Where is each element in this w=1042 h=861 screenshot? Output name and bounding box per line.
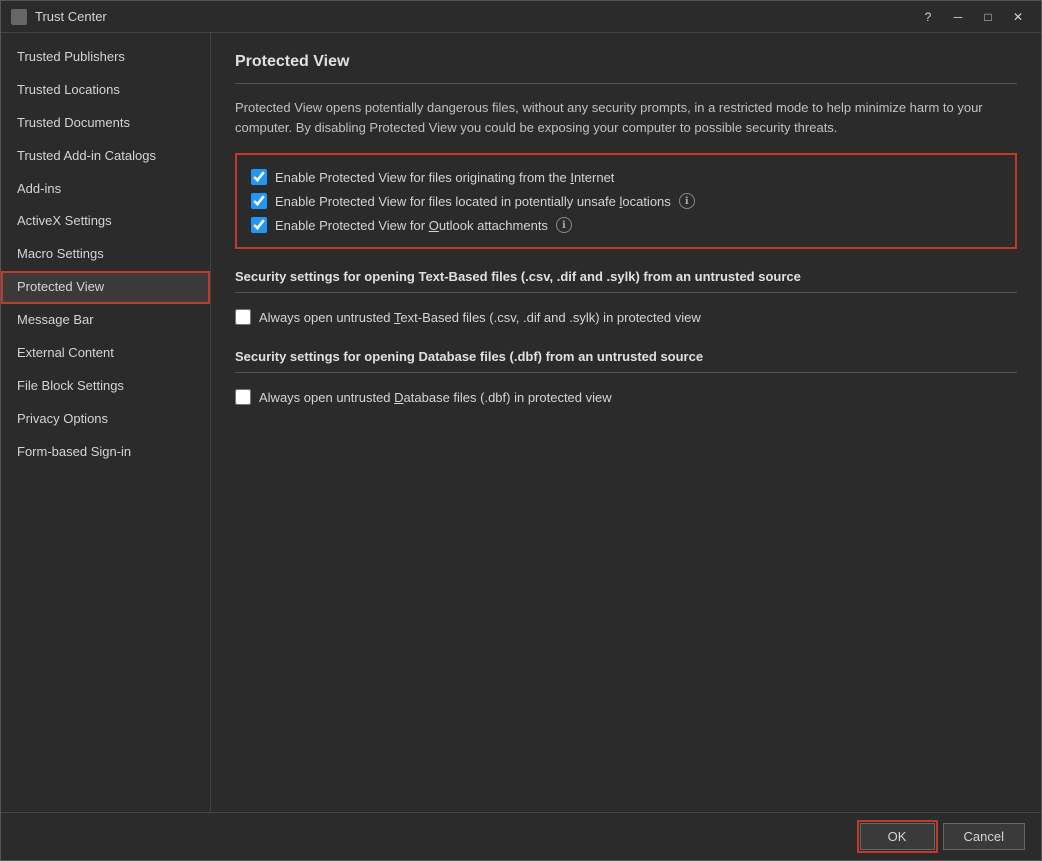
checkbox-row-unsafe-locations: Enable Protected View for files located … <box>251 189 1001 213</box>
sidebar-item-protected-view[interactable]: Protected View <box>1 271 210 304</box>
title-divider <box>235 83 1017 84</box>
sidebar-item-macro-settings[interactable]: Macro Settings <box>1 238 210 271</box>
help-button[interactable]: ? <box>915 7 941 27</box>
description-text: Protected View opens potentially dangero… <box>235 98 1017 137</box>
trust-center-dialog: Trust Center ? ─ □ ✕ Trusted Publishers … <box>0 0 1042 861</box>
checkbox-unsafe-locations-label[interactable]: Enable Protected View for files located … <box>275 194 671 209</box>
text-based-section-title: Security settings for opening Text-Based… <box>235 269 1017 284</box>
checkbox-internet-label[interactable]: Enable Protected View for files originat… <box>275 170 614 185</box>
section-title: Protected View <box>235 53 1017 71</box>
text-based-files-section: Security settings for opening Text-Based… <box>235 269 1017 329</box>
text-based-divider <box>235 292 1017 293</box>
checkbox-outlook-label[interactable]: Enable Protected View for Outlook attach… <box>275 218 548 233</box>
sidebar: Trusted Publishers Trusted Locations Tru… <box>1 33 211 812</box>
checkbox-database-label[interactable]: Always open untrusted Database files (.d… <box>259 390 612 405</box>
sidebar-item-file-block-settings[interactable]: File Block Settings <box>1 370 210 403</box>
info-icon-outlook[interactable]: ℹ <box>556 217 572 233</box>
database-section-title: Security settings for opening Database f… <box>235 349 1017 364</box>
checkbox-unsafe-locations[interactable] <box>251 193 267 209</box>
sidebar-item-privacy-options[interactable]: Privacy Options <box>1 403 210 436</box>
sidebar-item-trusted-locations[interactable]: Trusted Locations <box>1 74 210 107</box>
title-bar-left: Trust Center <box>11 9 107 25</box>
close-button[interactable]: ✕ <box>1005 7 1031 27</box>
sidebar-item-trusted-add-in-catalogs[interactable]: Trusted Add-in Catalogs <box>1 140 210 173</box>
checkbox-text-based-label[interactable]: Always open untrusted Text-Based files (… <box>259 310 701 325</box>
minimize-button[interactable]: ─ <box>945 7 971 27</box>
sidebar-item-activex-settings[interactable]: ActiveX Settings <box>1 205 210 238</box>
protected-view-checkbox-group: Enable Protected View for files originat… <box>235 153 1017 249</box>
title-bar-buttons: ? ─ □ ✕ <box>915 7 1031 27</box>
main-content: Protected View Protected View opens pote… <box>211 33 1041 812</box>
checkbox-text-based[interactable] <box>235 309 251 325</box>
dialog-body: Trusted Publishers Trusted Locations Tru… <box>1 33 1041 812</box>
ok-button[interactable]: OK <box>860 823 935 850</box>
database-files-section: Security settings for opening Database f… <box>235 349 1017 409</box>
sidebar-item-message-bar[interactable]: Message Bar <box>1 304 210 337</box>
checkbox-row-internet: Enable Protected View for files originat… <box>251 165 1001 189</box>
info-icon-unsafe-locations[interactable]: ℹ <box>679 193 695 209</box>
dialog-footer: OK Cancel <box>1 812 1041 860</box>
checkbox-row-text-based: Always open untrusted Text-Based files (… <box>235 305 1017 329</box>
window-title: Trust Center <box>35 9 107 24</box>
app-icon <box>11 9 27 25</box>
checkbox-row-database: Always open untrusted Database files (.d… <box>235 385 1017 409</box>
title-bar: Trust Center ? ─ □ ✕ <box>1 1 1041 33</box>
sidebar-item-trusted-publishers[interactable]: Trusted Publishers <box>1 41 210 74</box>
checkbox-internet[interactable] <box>251 169 267 185</box>
sidebar-item-external-content[interactable]: External Content <box>1 337 210 370</box>
sidebar-item-trusted-documents[interactable]: Trusted Documents <box>1 107 210 140</box>
checkbox-outlook[interactable] <box>251 217 267 233</box>
maximize-button[interactable]: □ <box>975 7 1001 27</box>
sidebar-item-add-ins[interactable]: Add-ins <box>1 173 210 206</box>
checkbox-row-outlook: Enable Protected View for Outlook attach… <box>251 213 1001 237</box>
cancel-button[interactable]: Cancel <box>943 823 1025 850</box>
checkbox-database[interactable] <box>235 389 251 405</box>
sidebar-item-form-based-sign-in[interactable]: Form-based Sign-in <box>1 436 210 469</box>
database-divider <box>235 372 1017 373</box>
